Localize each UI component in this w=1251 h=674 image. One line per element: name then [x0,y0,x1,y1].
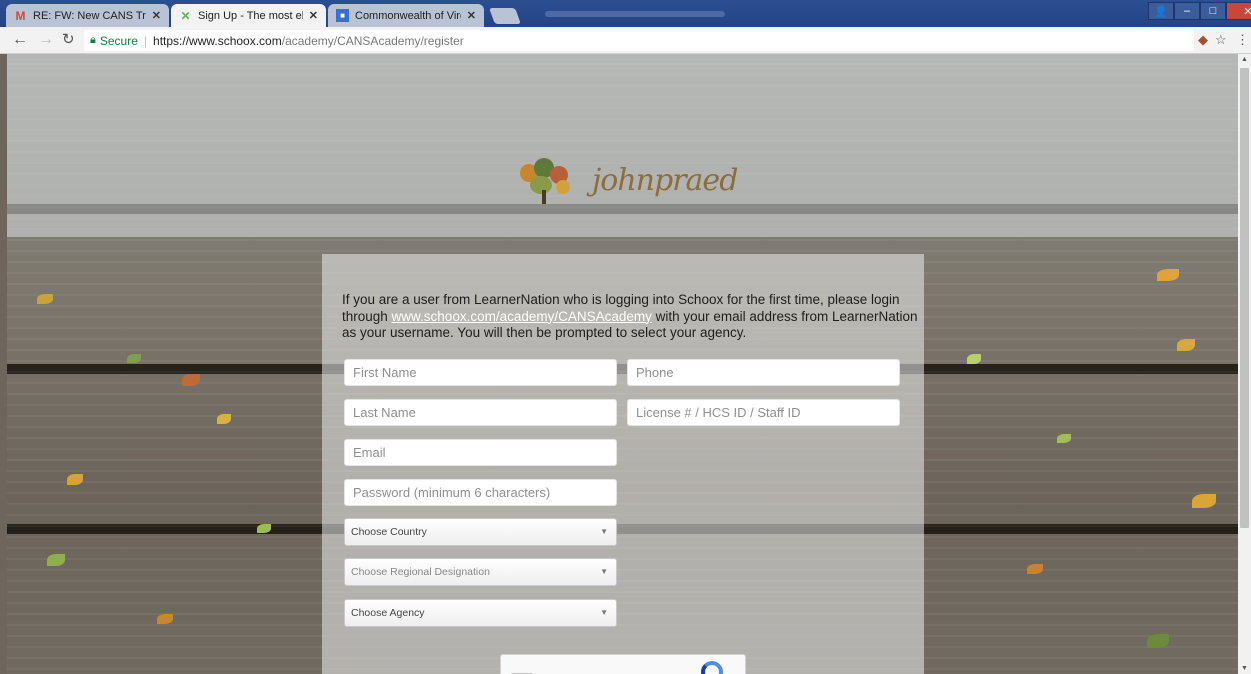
minimize-button[interactable]: – [1174,2,1200,20]
address-bar[interactable]: 🔒︎ Secure | https://www.schoox.com/acade… [84,30,1194,51]
leaf-decoration [1147,634,1169,648]
doc-icon: ■ [336,9,349,22]
leaf-decoration [1177,339,1195,351]
tree-logo-icon [512,156,584,204]
academy-link[interactable]: www.schoox.com/academy/CANSAcademy [392,309,652,324]
forward-icon[interactable]: → [38,32,54,48]
region-select[interactable]: Choose Regional Designation ▼ [344,558,617,586]
tab-commonwealth[interactable]: ■ Commonwealth of Virgin ✕ [328,4,484,27]
tab-title: RE: FW: New CANS Traini [33,9,146,22]
window-title-blur [545,11,725,17]
person-icon[interactable]: 👤 [1148,2,1174,20]
leaf-decoration [182,374,200,386]
recaptcha-icon [701,661,723,674]
tab-sign-up[interactable]: ✕ Sign Up - The most elega ✕ [171,4,326,27]
leaf-decoration [967,354,981,364]
phone-field[interactable]: Phone [627,359,900,386]
leaf-decoration [157,614,173,624]
intro-text: If you are a user from LearnerNation who… [342,292,922,342]
recaptcha-widget [500,654,746,674]
gmail-icon: M [15,8,26,23]
lock-icon: 🔒︎ [90,34,96,46]
agency-select[interactable]: Choose Agency ▼ [344,599,617,627]
url-path: /academy/CANSAcademy/register [281,33,464,48]
leaf-decoration [1157,269,1179,281]
browser-titlebar: M RE: FW: New CANS Traini ✕ ✕ Sign Up - … [0,0,1251,27]
reload-icon[interactable]: ↻ [62,32,75,48]
new-tab-button[interactable] [489,8,521,24]
chevron-down-icon: ▼ [600,608,608,617]
site-logo: johnpraed [512,156,738,204]
secure-label: Secure [99,33,138,48]
window-controls: 👤 – □ ✕ [1148,2,1251,20]
license-id-field[interactable]: License # / HCS ID / Staff ID [627,399,900,426]
scroll-down-icon[interactable]: ▼ [1241,665,1248,672]
leaf-decoration [127,354,141,363]
bookmark-star-icon[interactable]: ☆ [1215,32,1227,48]
scroll-up-icon[interactable]: ▲ [1241,56,1248,63]
region-select-label: Choose Regional Designation [351,566,490,578]
agency-select-label: Choose Agency [351,607,425,619]
leaf-decoration [37,294,53,304]
close-tab-icon[interactable]: ✕ [309,9,318,22]
leaf-decoration [1057,434,1071,443]
first-name-field[interactable]: First Name [344,359,617,386]
scrollbar-thumb[interactable] [1240,68,1249,528]
menu-icon[interactable]: ⋮ [1236,32,1249,48]
country-select[interactable]: Choose Country ▼ [344,518,617,546]
maximize-button[interactable]: □ [1200,2,1226,20]
last-name-field[interactable]: Last Name [344,399,617,426]
tab-title: Commonwealth of Virgin [355,9,461,22]
tab-title: Sign Up - The most elega [198,9,303,22]
page-background: johnpraed If you are a user from Learner… [7,54,1238,674]
close-tab-icon[interactable]: ✕ [152,9,161,22]
password-field[interactable]: Password (minimum 6 characters) [344,479,617,506]
leaf-decoration [1192,494,1216,508]
divider: | [143,33,148,48]
country-select-label: Choose Country [351,526,427,538]
url-host: https://www.schoox.com [153,33,282,48]
email-field[interactable]: Email [344,439,617,466]
chevron-down-icon: ▼ [600,527,608,536]
leaf-decoration [257,524,271,533]
close-tab-icon[interactable]: ✕ [467,9,476,22]
page-scrollbar[interactable]: ▲ ▼ [1238,54,1251,674]
tab-gmail[interactable]: M RE: FW: New CANS Traini ✕ [6,4,169,27]
chevron-down-icon: ▼ [600,567,608,576]
extension-icon[interactable]: ◆ [1198,32,1208,48]
header-banner [7,54,1238,237]
leaf-decoration [1027,564,1043,574]
schoox-icon: ✕ [180,8,191,23]
leaf-decoration [47,554,65,566]
back-icon[interactable]: ← [12,32,28,48]
browser-toolbar: ← → ↻ 🔒︎ Secure | https://www.schoox.com… [0,27,1251,54]
leaf-decoration [67,474,83,485]
close-window-button[interactable]: ✕ [1226,2,1251,20]
signup-panel: If you are a user from LearnerNation who… [322,254,924,674]
logo-text: johnpraed [592,162,738,198]
leaf-decoration [217,414,231,424]
